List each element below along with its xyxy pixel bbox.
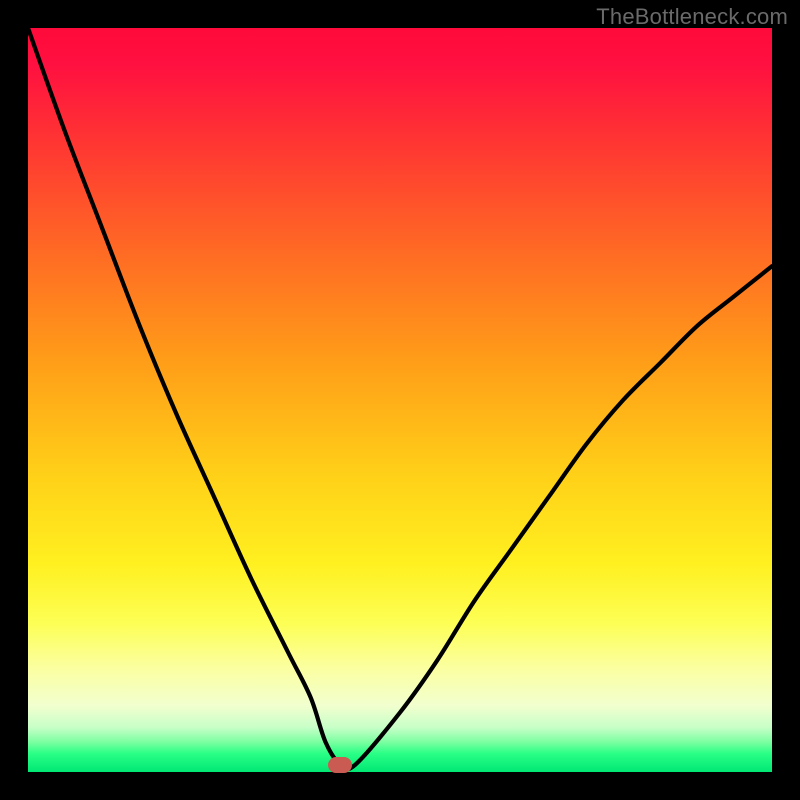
- plot-area: [28, 28, 772, 772]
- chart-frame: TheBottleneck.com: [0, 0, 800, 800]
- bottleneck-curve: [28, 28, 772, 772]
- optimum-marker: [328, 757, 352, 773]
- watermark-text: TheBottleneck.com: [596, 4, 788, 30]
